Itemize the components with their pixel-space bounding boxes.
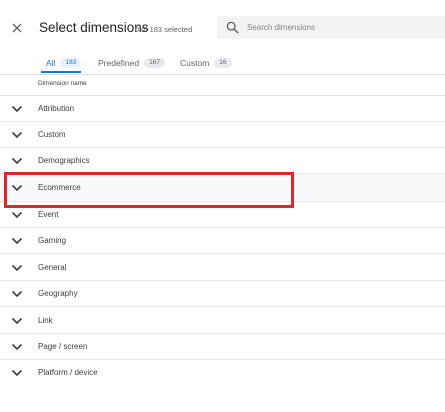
list-item-label: Attribution <box>38 104 75 113</box>
list-item-label: Custom <box>38 130 66 139</box>
list-item-link[interactable]: Link <box>0 308 445 334</box>
active-tab-indicator <box>41 71 81 73</box>
chevron-down-icon[interactable] <box>11 210 23 220</box>
tab-all[interactable]: All 183 <box>46 52 82 73</box>
tab-count-badge: 167 <box>144 57 165 68</box>
list-item-label: Gaming <box>38 236 67 245</box>
page-title: Select dimensions <box>39 20 149 35</box>
tab-count-badge: 16 <box>214 57 232 68</box>
column-header: Dimension name <box>0 74 445 96</box>
list-item-geography[interactable]: Geography <box>0 281 445 307</box>
list-item-ecommerce[interactable]: Ecommerce <box>0 174 445 202</box>
column-header-label: Dimension name <box>38 80 87 87</box>
chevron-down-icon[interactable] <box>11 289 23 299</box>
list-item-event[interactable]: Event <box>0 202 445 228</box>
list-item-label: Ecommerce <box>38 183 81 192</box>
list-item-demographics[interactable]: Demographics <box>0 148 445 174</box>
list-item-general[interactable]: General <box>0 255 445 281</box>
chevron-down-icon[interactable] <box>11 183 23 193</box>
list-item-label: Demographics <box>38 156 90 165</box>
search-icon <box>226 21 239 34</box>
close-icon[interactable] <box>9 20 25 36</box>
panel-header: Select dimensions 0 of 183 selected <box>0 0 445 46</box>
tab-count-badge: 183 <box>60 57 82 68</box>
list-item-label: Link <box>38 316 53 325</box>
list-item-custom[interactable]: Custom <box>0 122 445 148</box>
chevron-down-icon[interactable] <box>11 368 23 378</box>
tab-predefined[interactable]: Predefined 167 <box>98 52 165 73</box>
selected-count: 0 of 183 selected <box>135 25 193 34</box>
list-item-gaming[interactable]: Gaming <box>0 228 445 254</box>
chevron-down-icon[interactable] <box>11 316 23 326</box>
tab-label: Predefined <box>98 57 140 68</box>
list-item-label: Event <box>38 210 59 219</box>
list-item-label: Geography <box>38 289 78 298</box>
list-item-platform-device[interactable]: Platform / device <box>0 360 445 386</box>
chevron-down-icon[interactable] <box>11 342 23 352</box>
chevron-down-icon[interactable] <box>11 263 23 273</box>
tab-custom[interactable]: Custom 16 <box>180 52 232 73</box>
list-item-label: Page / screen <box>38 342 88 351</box>
tab-label: All <box>46 57 56 68</box>
list-item-label: Platform / device <box>38 368 98 377</box>
chevron-down-icon[interactable] <box>11 104 23 114</box>
list-item-label: General <box>38 263 67 272</box>
search-input[interactable] <box>247 16 437 39</box>
search-box[interactable] <box>217 16 445 39</box>
list-item-attribution[interactable]: Attribution <box>0 96 445 122</box>
list-item-page-screen[interactable]: Page / screen <box>0 334 445 360</box>
tab-label: Custom <box>180 57 210 68</box>
chevron-down-icon[interactable] <box>11 236 23 246</box>
select-dimensions-panel: Select dimensions 0 of 183 selected All … <box>0 0 445 412</box>
chevron-down-icon[interactable] <box>11 156 23 166</box>
chevron-down-icon[interactable] <box>11 130 23 140</box>
